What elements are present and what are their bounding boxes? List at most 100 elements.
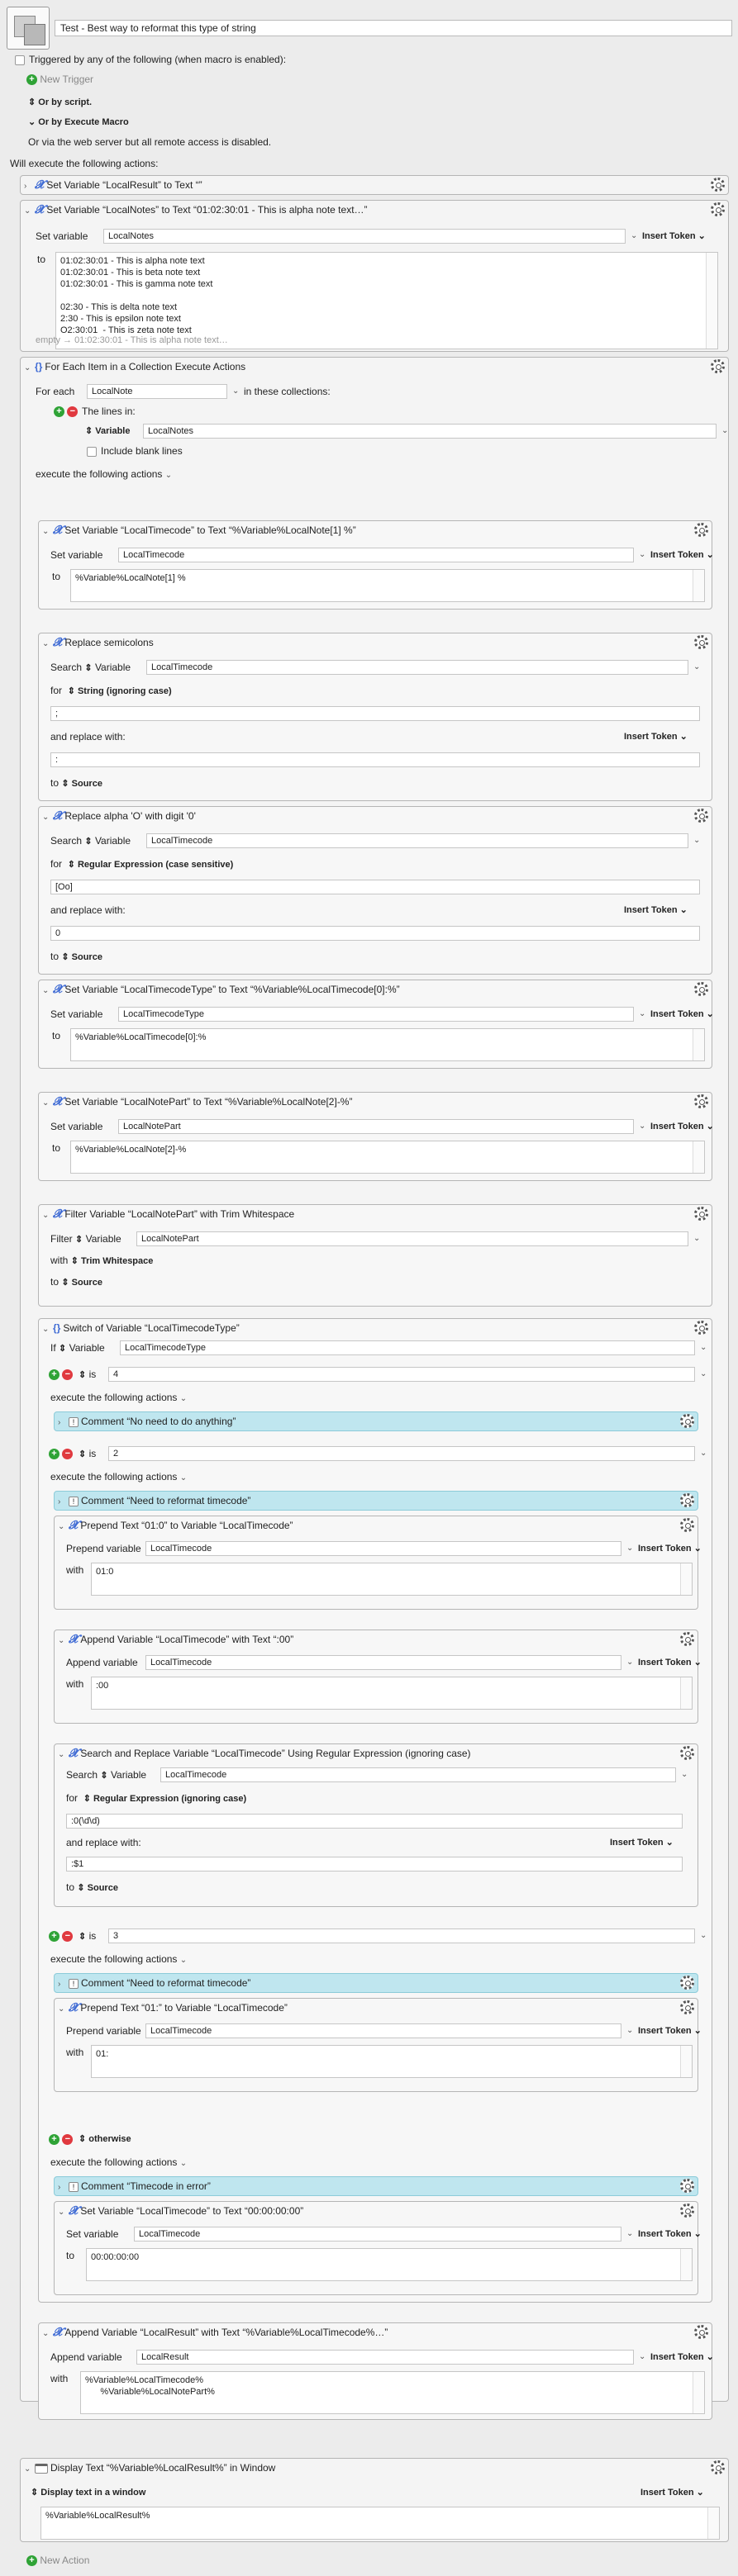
case-add-remove[interactable]: + − (49, 1446, 74, 1461)
replace-field[interactable]: : (50, 752, 700, 767)
search-field[interactable]: :0(\d\d) (66, 1814, 683, 1829)
gear-icon[interactable] (711, 202, 725, 216)
gear-icon[interactable] (711, 2460, 725, 2474)
action-replace-semicolons[interactable]: ⌄ 𝓧 Replace semicolons Search ⇕ Variable L… (38, 633, 712, 801)
insert-token-button[interactable]: Insert Token ⌄ (642, 229, 706, 244)
chevron-down-icon[interactable]: ⌄ (639, 1007, 645, 1022)
comment-reformat[interactable]: ›! Comment “Need to reformat timecode” (54, 1491, 698, 1511)
source-popup[interactable]: ⇕ Source (61, 1278, 102, 1288)
chevron-down-icon[interactable]: ⌄ (42, 1322, 50, 1335)
comment-timecode-error[interactable]: ›! Comment “Timecode in error” (54, 2176, 698, 2196)
or-by-execute-macro[interactable]: ⌄ Or by Execute Macro (28, 116, 129, 129)
foreach-variable-field[interactable]: LocalNote (87, 384, 227, 399)
action-append-00[interactable]: ⌄ 𝓧 Append Variable “LocalTimecode” with T… (54, 1630, 702, 1724)
gear-icon[interactable] (680, 2179, 694, 2193)
search-variable-field[interactable]: LocalTimecode (160, 1767, 676, 1782)
trigger-checkbox-row[interactable]: Triggered by any of the following (when … (15, 53, 286, 66)
action-search-replace-regex[interactable]: ⌄ 𝓧 Search and Replace Variable “LocalTime… (54, 1743, 698, 1907)
comment-no-need[interactable]: ›! Comment “No need to do anything” (54, 1411, 698, 1431)
gear-icon[interactable] (694, 809, 708, 823)
text-field[interactable]: :00 (91, 1677, 693, 1710)
display-mode-popup[interactable]: ⇕ Display text in a window (31, 2485, 145, 2500)
variable-name-field[interactable]: LocalTimecode (145, 2023, 621, 2038)
minus-icon[interactable]: − (67, 406, 79, 418)
comment-reformat[interactable]: ›! Comment “Need to reformat timecode” (54, 1973, 698, 1993)
filter-variable-field[interactable]: LocalNotePart (136, 1231, 688, 1246)
chevron-right-icon[interactable]: › (58, 1495, 66, 1508)
chevron-down-icon[interactable]: ⌄ (626, 1655, 633, 1670)
lines-variable-field[interactable]: LocalNotes (143, 424, 717, 439)
chevron-down-icon[interactable]: ⌄ (232, 384, 239, 399)
otherwise-popup[interactable]: ⇕ otherwise (79, 2132, 131, 2147)
case-add-remove[interactable]: + − (49, 2132, 74, 2147)
action-replace-alpha-o[interactable]: ⌄ 𝓧 Replace alpha 'O' with digit '0' Searc… (38, 806, 712, 975)
chevron-down-icon[interactable]: ⌄ (42, 524, 50, 538)
gear-icon[interactable] (680, 1414, 694, 1428)
search-mode-popup[interactable]: ⇕ String (ignoring case) (68, 686, 172, 696)
chevron-down-icon[interactable]: ⌄ (42, 2327, 50, 2340)
source-popup[interactable]: ⇕ Source (77, 1883, 118, 1893)
gear-icon[interactable] (680, 1518, 694, 1532)
macro-title-field[interactable]: Test - Best way to reformat this type of… (55, 20, 732, 36)
chevron-down-icon[interactable]: ⌄ (639, 548, 645, 562)
variable-name-field[interactable]: LocalResult (136, 2350, 634, 2365)
gear-icon[interactable] (694, 635, 708, 649)
text-field[interactable]: 00:00:00:00 (86, 2248, 693, 2281)
insert-token-button[interactable]: Insert Token ⌄ (624, 903, 688, 918)
search-field[interactable]: [Oo] (50, 880, 700, 894)
search-mode-popup[interactable]: ⇕ Regular Expression (case sensitive) (68, 860, 234, 870)
action-display-text[interactable]: ⌄ Display Text “%Variable%LocalResult%” i… (20, 2458, 729, 2542)
chevron-down-icon[interactable]: ⌄ (626, 2023, 633, 2038)
trigger-checkbox[interactable] (15, 55, 25, 65)
text-field[interactable]: %Variable%LocalNote[2]-% (70, 1141, 705, 1174)
variable-name-field[interactable]: LocalTimecode (145, 1655, 621, 1670)
case-add-remove[interactable]: + − (49, 1367, 74, 1382)
chevron-down-icon[interactable]: ⌄ (639, 1119, 645, 1134)
filter-op-popup[interactable]: ⇕ Trim Whitespace (71, 1256, 154, 1266)
action-append-localresult[interactable]: ⌄ 𝓧 Append Variable “LocalResult” with Tex… (38, 2322, 714, 2420)
case-add-remove[interactable]: + − (49, 1928, 74, 1943)
chevron-down-icon[interactable]: ⌄ (626, 1541, 633, 1556)
text-field[interactable]: %Variable%LocalTimecode% %Variable%Local… (80, 2371, 705, 2414)
gear-icon[interactable] (680, 2000, 694, 2014)
chevron-down-icon[interactable]: ⌄ (42, 637, 50, 650)
replace-field[interactable]: 0 (50, 926, 700, 941)
plus-icon[interactable]: + (54, 406, 64, 418)
chevron-down-icon[interactable]: ⌄ (626, 2227, 633, 2242)
chevron-right-icon[interactable]: › (58, 1977, 66, 1990)
chevron-down-icon[interactable]: ⌄ (42, 1208, 50, 1222)
insert-token-button[interactable]: Insert Token ⌄ (638, 1541, 702, 1556)
chevron-down-icon[interactable]: ⌄ (700, 1928, 707, 1943)
gear-icon[interactable] (694, 1207, 708, 1221)
text-field[interactable]: %Variable%LocalNote[1] % (70, 569, 705, 602)
macro-icon[interactable] (7, 7, 50, 50)
variable-name-field[interactable]: LocalTimecode (145, 1541, 621, 1556)
chevron-down-icon[interactable]: ⌄ (721, 424, 728, 439)
gear-icon[interactable] (694, 1094, 708, 1108)
replace-field[interactable]: :$1 (66, 1857, 683, 1872)
chevron-down-icon[interactable]: ⌄ (42, 810, 50, 823)
text-field[interactable]: %Variable%LocalResult% (40, 2507, 720, 2540)
chevron-right-icon[interactable]: › (58, 2180, 66, 2194)
source-popup[interactable]: ⇕ Source (61, 952, 102, 962)
insert-token-button[interactable]: Insert Token ⌄ (650, 1007, 714, 1022)
action-set-localresult[interactable]: › 𝓧 Set Variable “LocalResult” to Text “” (20, 175, 729, 195)
case-value-field[interactable]: 4 (108, 1367, 695, 1382)
chevron-down-icon[interactable]: ⌄ (42, 984, 50, 997)
action-set-localtimecodetype[interactable]: ⌄ 𝓧 Set Variable “LocalTimecodeType” to Te… (38, 980, 714, 1069)
gear-icon[interactable] (694, 2325, 708, 2339)
gear-icon[interactable] (694, 523, 708, 537)
chevron-down-icon[interactable]: ⌄ (693, 833, 700, 848)
variable-source-popup[interactable]: ⇕ Variable (85, 424, 130, 439)
search-mode-popup[interactable]: ⇕ Regular Expression (ignoring case) (83, 1794, 247, 1804)
gear-icon[interactable] (680, 1976, 694, 1990)
chevron-right-icon[interactable]: › (24, 179, 32, 192)
insert-token-button[interactable]: Insert Token ⌄ (650, 548, 714, 562)
chevron-down-icon[interactable]: ⌄ (639, 2350, 645, 2365)
action-filter-trim[interactable]: ⌄ 𝓧 Filter Variable “LocalNotePart” with T… (38, 1204, 712, 1307)
chevron-right-icon[interactable]: › (58, 1416, 66, 1429)
action-prepend-01[interactable]: ⌄ 𝓧 Prepend Text “01:” to Variable “LocalT… (54, 1998, 702, 2092)
gear-icon[interactable] (680, 2204, 694, 2218)
source-popup[interactable]: ⇕ Source (61, 779, 102, 789)
collection-add-remove[interactable]: + − (54, 404, 79, 419)
